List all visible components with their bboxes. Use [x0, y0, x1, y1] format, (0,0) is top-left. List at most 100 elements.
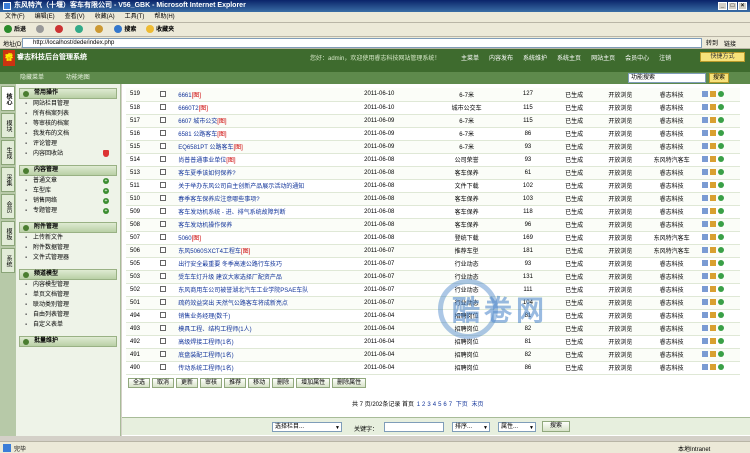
page-link[interactable]: 3	[426, 402, 431, 408]
forward-button[interactable]	[32, 23, 50, 37]
row-title-link[interactable]: 客车夏季该如何保养?	[178, 171, 235, 177]
row-title-link[interactable]: 6660T2	[178, 106, 198, 112]
row-category[interactable]: 客车保养	[426, 166, 507, 180]
edit-icon[interactable]	[709, 221, 716, 228]
menu-group-title[interactable]: 频道模型	[19, 269, 117, 280]
menu-item[interactable]: 评论管理	[19, 139, 117, 149]
favorites-button[interactable]: 收藏夹	[142, 23, 178, 37]
add-icon[interactable]: +	[103, 178, 109, 184]
row-checkbox[interactable]	[160, 117, 167, 124]
topnav-item[interactable]: 系统主页	[552, 53, 586, 62]
row-title-link[interactable]: 出行安全最重要 冬季高速公路行车技巧	[178, 262, 282, 268]
row-checkbox[interactable]	[160, 299, 167, 306]
home-button[interactable]	[91, 23, 109, 37]
row-checkbox[interactable]	[160, 234, 167, 241]
edit-icon[interactable]	[709, 90, 716, 97]
edit-icon[interactable]	[709, 169, 716, 176]
menu-item[interactable]: 帮助(H)	[149, 12, 179, 23]
table-row[interactable]: 519 6661[图] 2011-06-10 6-7米 127 已生成 开放浏览 睿志科技	[126, 88, 740, 102]
table-row[interactable]: 494 销售业务经理(数千) 2011-06-04 招聘岗位 81 已生成 开放浏览 睿志科技	[126, 309, 740, 323]
edit-icon[interactable]	[709, 182, 716, 189]
row-title-link[interactable]: 东风5060SXCT4工程车	[178, 249, 241, 255]
row-category[interactable]: 客车保养	[426, 205, 507, 219]
row-checkbox[interactable]	[160, 260, 167, 267]
action-button[interactable]: 推荐	[224, 378, 247, 388]
close-button[interactable]: ×	[738, 2, 747, 10]
table-row[interactable]: 491 底盘装配工程师(1名) 2011-06-04 招聘岗位 82 已生成 开放浏览 睿志科…	[126, 348, 740, 362]
row-title-link[interactable]: 6581 公路客车	[178, 132, 217, 138]
view-icon[interactable]	[701, 182, 708, 189]
quick-menu-button[interactable]: 快捷方式	[700, 52, 745, 62]
vtab-item[interactable]: 采集	[1, 167, 15, 192]
menu-group-title[interactable]: 批量维护	[19, 336, 117, 347]
view-icon[interactable]	[701, 90, 708, 97]
row-checkbox[interactable]	[160, 156, 167, 163]
action-button[interactable]: 审核	[200, 378, 223, 388]
preview-icon[interactable]	[717, 221, 724, 228]
row-checkbox[interactable]	[160, 130, 167, 137]
menu-item[interactable]: 自定义表单	[19, 320, 117, 330]
view-icon[interactable]	[701, 156, 708, 163]
table-row[interactable]: 509 客车发动机系统 - 进、排气系统故障判断 2011-06-08 客车保养 118…	[126, 205, 740, 219]
last-page-link[interactable]: 末页	[470, 402, 484, 408]
vtab-item[interactable]: 模块	[1, 113, 15, 138]
preview-icon[interactable]	[717, 208, 724, 215]
preview-icon[interactable]	[717, 143, 724, 150]
site-map-link[interactable]: 功能地图	[46, 72, 90, 84]
hide-menu-link[interactable]: 隐藏菜单	[0, 72, 44, 84]
view-icon[interactable]	[701, 312, 708, 319]
view-icon[interactable]	[701, 325, 708, 332]
edit-icon[interactable]	[709, 143, 716, 150]
search-toolbar-button[interactable]: 搜索	[110, 23, 140, 37]
action-button[interactable]: 取消	[152, 378, 175, 388]
page-link[interactable]: 6	[442, 402, 447, 408]
row-title-link[interactable]: 关于举办东风公司自主创新产品展示活动的通知	[178, 184, 304, 190]
row-category[interactable]: 招聘岗位	[426, 361, 507, 375]
table-row[interactable]: 492 高级焊接工程师(1名) 2011-06-04 招聘岗位 81 已生成 开放浏览 睿志科…	[126, 335, 740, 349]
table-row[interactable]: 506 东风5060SXCT4工程车[图] 2011-06-07 推荐车型 181 已生成…	[126, 244, 740, 258]
keyword-input[interactable]	[384, 422, 444, 432]
edit-icon[interactable]	[709, 195, 716, 202]
row-title-link[interactable]: 春季客车保养应注意哪些事项?	[178, 197, 259, 203]
vtab-item[interactable]: 模板	[1, 221, 15, 246]
edit-icon[interactable]	[709, 299, 716, 306]
row-checkbox[interactable]	[160, 143, 167, 150]
menu-item[interactable]: 普通文章 +	[19, 176, 117, 186]
table-row[interactable]: 508 客车发动机操作保养 2011-06-08 客车保养 96 已生成 开放浏览 睿志科技	[126, 218, 740, 232]
preview-icon[interactable]	[717, 364, 724, 371]
preview-icon[interactable]	[717, 182, 724, 189]
view-icon[interactable]	[701, 364, 708, 371]
view-icon[interactable]	[701, 299, 708, 306]
vtab-item[interactable]: 系统	[1, 248, 15, 273]
menu-item[interactable]: 联动类别管理	[19, 300, 117, 310]
maximize-button[interactable]: □	[728, 2, 737, 10]
menu-item[interactable]: 附件数据管理	[19, 243, 117, 253]
back-button[interactable]: 后退	[0, 23, 30, 37]
menu-item[interactable]: 车型库 +	[19, 186, 117, 196]
table-row[interactable]: 502 东风商用车公司被誉湖北汽车工业学院PSAE车队 2011-06-07 行业动态…	[126, 283, 740, 297]
row-title-link[interactable]: 底盘装配工程师(1名)	[178, 353, 233, 359]
row-checkbox[interactable]	[160, 182, 167, 189]
row-checkbox[interactable]	[160, 312, 167, 319]
menu-item[interactable]: 所有档案列表	[19, 109, 117, 119]
table-row[interactable]: 503 受车车灯升级 建议大家选择厂配资产品 2011-06-07 行业动态 131 已生…	[126, 270, 740, 284]
view-icon[interactable]	[701, 351, 708, 358]
view-icon[interactable]	[701, 169, 708, 176]
preview-icon[interactable]	[717, 104, 724, 111]
links-button[interactable]: 链接	[724, 39, 736, 48]
function-search-button[interactable]: 搜索	[709, 73, 729, 83]
vtab-item[interactable]: 会员	[1, 194, 15, 219]
row-title-link[interactable]: 客车发动机操作保养	[178, 223, 232, 229]
vtab-item[interactable]: 核心	[1, 86, 15, 111]
view-icon[interactable]	[701, 104, 708, 111]
view-icon[interactable]	[701, 338, 708, 345]
preview-icon[interactable]	[717, 312, 724, 319]
action-button[interactable]: 删除属性	[332, 378, 367, 388]
menu-item[interactable]: 单页文档管理	[19, 290, 117, 300]
view-icon[interactable]	[701, 221, 708, 228]
action-button[interactable]: 更新	[176, 378, 199, 388]
table-row[interactable]: 518 6660T2[图] 2011-06-10 城市公交车 115 已生成 开放浏览 睿志科…	[126, 101, 740, 115]
edit-icon[interactable]	[709, 117, 716, 124]
menu-item[interactable]: 等审核的档案	[19, 119, 117, 129]
row-category[interactable]: 公司荣誉	[426, 153, 507, 167]
